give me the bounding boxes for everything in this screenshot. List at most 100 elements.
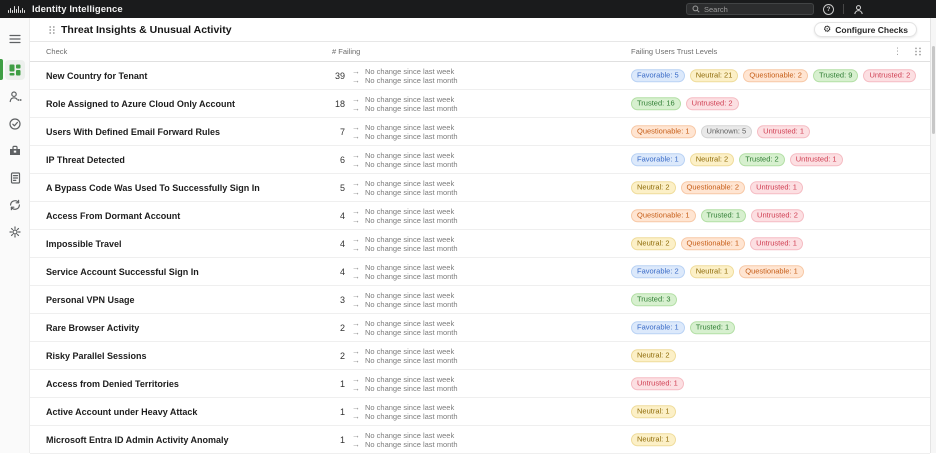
- column-header-failing[interactable]: # Failing: [332, 47, 360, 56]
- check-name[interactable]: Risky Parallel Sessions: [46, 351, 147, 361]
- help-icon[interactable]: ?: [823, 4, 834, 15]
- check-name[interactable]: Active Account under Heavy Attack: [46, 407, 197, 417]
- check-name[interactable]: Service Account Successful Sign In: [46, 267, 199, 277]
- sidebar-item-menu[interactable]: [0, 25, 30, 52]
- trust-level-badge-questionable[interactable]: Questionable: 2: [681, 181, 746, 195]
- check-name[interactable]: Role Assigned to Azure Cloud Only Accoun…: [46, 99, 235, 109]
- trust-level-badge-trusted[interactable]: Trusted: 2: [739, 153, 785, 167]
- trend-week-text: No change since last week: [365, 375, 454, 384]
- column-settings-icon[interactable]: [914, 47, 922, 56]
- trust-level-badge-untrusted[interactable]: Untrusted: 1: [757, 125, 810, 139]
- trust-level-badge-favorable[interactable]: Favorable: 1: [631, 153, 685, 167]
- check-name[interactable]: Rare Browser Activity: [46, 323, 139, 333]
- trust-level-badge-untrusted[interactable]: Untrusted: 2: [751, 209, 804, 223]
- trust-level-badge-questionable[interactable]: Questionable: 1: [631, 209, 696, 223]
- table-row[interactable]: Personal VPN Usage 3 → No change since l…: [30, 286, 930, 314]
- table-row[interactable]: Rare Browser Activity 2 → No change sinc…: [30, 314, 930, 342]
- sidebar-item-reports[interactable]: [0, 164, 30, 191]
- table-row[interactable]: Access from Denied Territories 1 → No ch…: [30, 370, 930, 398]
- trust-level-badge-questionable[interactable]: Questionable: 1: [739, 265, 804, 279]
- check-name[interactable]: New Country for Tenant: [46, 71, 147, 81]
- trend-month-text: No change since last month: [365, 412, 458, 421]
- trust-badges: Trusted: 3: [631, 293, 677, 307]
- trust-level-badge-questionable[interactable]: Questionable: 1: [631, 125, 696, 139]
- sidebar-item-integrations[interactable]: [0, 137, 30, 164]
- trust-level-badge-untrusted[interactable]: Untrusted: 2: [686, 97, 739, 111]
- trust-level-badge-untrusted[interactable]: Untrusted: 1: [750, 237, 803, 251]
- user-account-icon[interactable]: [853, 4, 864, 15]
- check-name[interactable]: Users With Defined Email Forward Rules: [46, 127, 220, 137]
- column-header-check[interactable]: Check: [46, 47, 67, 56]
- trend-block: → No change since last week → No change …: [352, 179, 458, 197]
- sidebar-item-dashboard[interactable]: [0, 56, 30, 83]
- trust-level-badge-trusted[interactable]: Trusted: 16: [631, 97, 681, 111]
- trust-level-badge-trusted[interactable]: Trusted: 1: [690, 321, 736, 335]
- table-row[interactable]: Access From Dormant Account 4 → No chang…: [30, 202, 930, 230]
- table-row[interactable]: Microsoft Entra ID Admin Activity Anomal…: [30, 426, 930, 454]
- configure-checks-button[interactable]: ⚙ Configure Checks: [814, 22, 917, 37]
- table-row[interactable]: Role Assigned to Azure Cloud Only Accoun…: [30, 90, 930, 118]
- check-name[interactable]: Personal VPN Usage: [46, 295, 135, 305]
- sidebar-item-settings[interactable]: [0, 218, 30, 245]
- check-name[interactable]: A Bypass Code Was Used To Successfully S…: [46, 183, 260, 193]
- table-row[interactable]: A Bypass Code Was Used To Successfully S…: [30, 174, 930, 202]
- table-row[interactable]: Service Account Successful Sign In 4 → N…: [30, 258, 930, 286]
- trust-level-badge-questionable[interactable]: Questionable: 2: [743, 69, 808, 83]
- check-name[interactable]: Access From Dormant Account: [46, 211, 180, 221]
- table-row[interactable]: Active Account under Heavy Attack 1 → No…: [30, 398, 930, 426]
- trend-arrow-icon: →: [352, 431, 360, 440]
- trend-block: → No change since last week → No change …: [352, 431, 458, 449]
- table-row[interactable]: Risky Parallel Sessions 2 → No change si…: [30, 342, 930, 370]
- trend-arrow-icon: →: [352, 95, 360, 104]
- scrollbar-thumb[interactable]: [932, 46, 935, 134]
- trend-week-text: No change since last week: [365, 235, 454, 244]
- trust-level-badge-neutral[interactable]: Neutral: 1: [631, 433, 676, 447]
- trust-level-badge-untrusted[interactable]: Untrusted: 1: [631, 377, 684, 391]
- drag-handle-icon[interactable]: [49, 26, 55, 34]
- trust-badges: Trusted: 16 Untrusted: 2: [631, 97, 739, 111]
- trust-level-badge-neutral[interactable]: Neutral: 2: [631, 349, 676, 363]
- trust-level-badge-favorable[interactable]: Favorable: 5: [631, 69, 685, 83]
- trend-month-text: No change since last month: [365, 272, 458, 281]
- check-name[interactable]: Impossible Travel: [46, 239, 122, 249]
- trend-arrow-icon: →: [352, 384, 360, 393]
- trust-level-badge-unknown[interactable]: Unknown: 5: [701, 125, 753, 139]
- search-input[interactable]: Search: [686, 3, 814, 15]
- hamburger-menu-icon: [9, 34, 21, 44]
- trust-level-badge-trusted[interactable]: Trusted: 9: [813, 69, 859, 83]
- trend-block: → No change since last week → No change …: [352, 375, 458, 393]
- table-row[interactable]: Users With Defined Email Forward Rules 7…: [30, 118, 930, 146]
- sidebar-item-users[interactable]: [0, 83, 30, 110]
- trust-level-badge-neutral[interactable]: Neutral: 21: [690, 69, 739, 83]
- check-name[interactable]: Access from Denied Territories: [46, 379, 179, 389]
- trust-level-badge-neutral[interactable]: Neutral: 2: [690, 153, 735, 167]
- trust-level-badge-neutral[interactable]: Neutral: 1: [631, 405, 676, 419]
- trend-arrow-icon: →: [352, 216, 360, 225]
- table-row[interactable]: Impossible Travel 4 → No change since la…: [30, 230, 930, 258]
- trust-level-badge-neutral[interactable]: Neutral: 2: [631, 181, 676, 195]
- check-circle-icon: [9, 118, 21, 130]
- trend-block: → No change since last week → No change …: [352, 207, 458, 225]
- trust-level-badge-untrusted[interactable]: Untrusted: 1: [790, 153, 843, 167]
- check-name[interactable]: IP Threat Detected: [46, 155, 125, 165]
- trust-level-badge-neutral[interactable]: Neutral: 1: [690, 265, 735, 279]
- sidebar-item-sync[interactable]: [0, 191, 30, 218]
- page-header: Threat Insights & Unusual Activity ⚙ Con…: [30, 18, 930, 42]
- sidebar-item-checks[interactable]: [0, 110, 30, 137]
- trend-arrow-icon: →: [352, 123, 360, 132]
- trust-level-badge-trusted[interactable]: Trusted: 1: [701, 209, 747, 223]
- trust-level-badge-trusted[interactable]: Trusted: 3: [631, 293, 677, 307]
- trust-level-badge-untrusted[interactable]: Untrusted: 1: [750, 181, 803, 195]
- trust-level-badge-favorable[interactable]: Favorable: 2: [631, 265, 685, 279]
- table-row[interactable]: New Country for Tenant 39 → No change si…: [30, 62, 930, 90]
- vertical-scrollbar[interactable]: [930, 18, 936, 453]
- table-row[interactable]: IP Threat Detected 6 → No change since l…: [30, 146, 930, 174]
- trust-level-badge-favorable[interactable]: Favorable: 1: [631, 321, 685, 335]
- check-name[interactable]: Microsoft Entra ID Admin Activity Anomal…: [46, 435, 229, 445]
- dashboard-icon: [9, 64, 21, 76]
- trust-level-badge-neutral[interactable]: Neutral: 2: [631, 237, 676, 251]
- trust-level-badge-questionable[interactable]: Questionable: 1: [681, 237, 746, 251]
- kebab-menu-icon[interactable]: ⋮: [893, 46, 902, 56]
- trust-badges: Neutral: 2 Questionable: 1 Untrusted: 1: [631, 237, 803, 251]
- trust-level-badge-untrusted[interactable]: Untrusted: 2: [863, 69, 916, 83]
